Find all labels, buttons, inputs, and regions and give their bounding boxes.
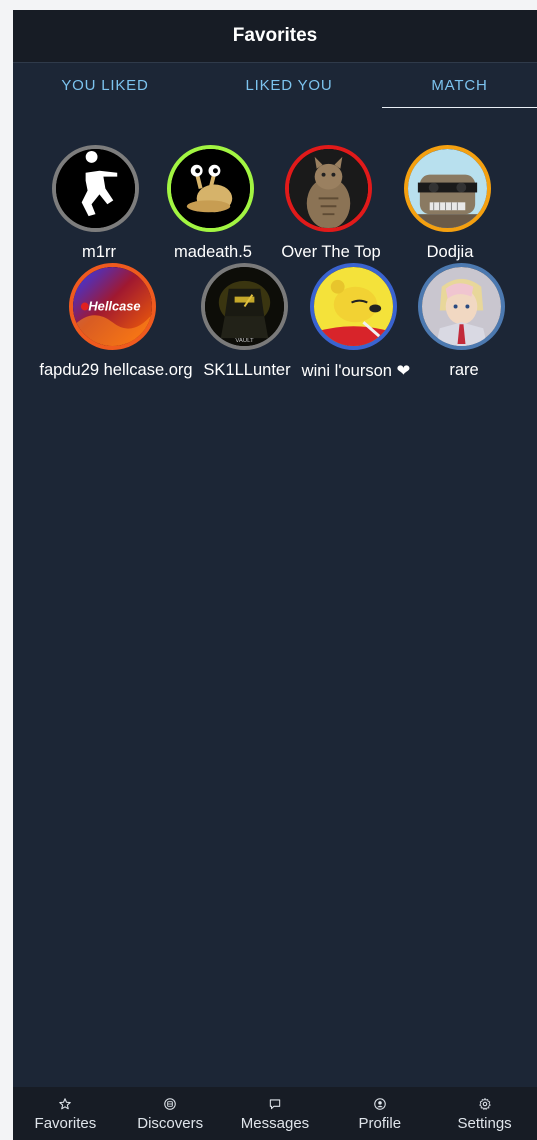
match-name: Dodjia <box>426 243 474 261</box>
bottom-navigation: Favorites Discovers Messages Profile Set… <box>13 1087 537 1140</box>
tab-liked-you[interactable]: LIKED YOU <box>197 63 381 107</box>
top-bar: Favorites <box>13 10 537 62</box>
hellcase-logo-icon: Hellcase <box>69 263 156 350</box>
soldier-silhouette-icon <box>52 145 139 232</box>
match-name: m1rr <box>82 243 116 261</box>
nav-favorites-button[interactable]: Favorites <box>13 1087 118 1140</box>
match-name: SK1LLunter <box>203 361 291 379</box>
match-name: fapdu29 hellcase.org <box>39 361 193 379</box>
nav-label: Favorites <box>34 1115 97 1132</box>
tab-match[interactable]: MATCH <box>382 63 537 108</box>
yellow-bear-icon <box>310 263 397 350</box>
nav-profile-button[interactable]: Profile <box>327 1087 432 1140</box>
nav-label: Profile <box>358 1115 402 1132</box>
match-name: wini l'ourson ❤ <box>301 362 411 380</box>
compass-icon <box>163 1097 177 1111</box>
anime-portrait-icon <box>418 263 505 350</box>
match-name: madeath.5 <box>174 243 252 261</box>
armored-figure-icon: VAULT <box>201 263 288 350</box>
tab-bar: YOU LIKED LIKED YOU MATCH <box>13 62 537 108</box>
app-frame: Favorites YOU LIKED LIKED YOU MATCH m1rr <box>13 10 537 1140</box>
chat-bubble-icon <box>268 1097 282 1111</box>
match-name: Over The Top <box>281 243 381 261</box>
nav-label: Messages <box>240 1115 310 1132</box>
page-title: Favorites <box>232 25 318 46</box>
snail-icon <box>167 145 254 232</box>
nav-settings-button[interactable]: Settings <box>432 1087 537 1140</box>
cartoon-raccoon-icon <box>404 145 491 232</box>
nav-label: Settings <box>457 1115 512 1132</box>
user-circle-icon <box>373 1097 387 1111</box>
tab-you-liked[interactable]: YOU LIKED <box>13 63 197 107</box>
gear-icon <box>478 1097 492 1111</box>
nav-messages-button[interactable]: Messages <box>223 1087 328 1140</box>
match-name: rare <box>449 361 479 379</box>
svg-text:VAULT: VAULT <box>235 338 254 344</box>
star-icon <box>58 1097 72 1111</box>
cat-photo-icon <box>285 145 372 232</box>
nav-label: Discovers <box>137 1115 204 1132</box>
nav-discovers-button[interactable]: Discovers <box>118 1087 223 1140</box>
svg-text:Hellcase: Hellcase <box>88 298 140 313</box>
